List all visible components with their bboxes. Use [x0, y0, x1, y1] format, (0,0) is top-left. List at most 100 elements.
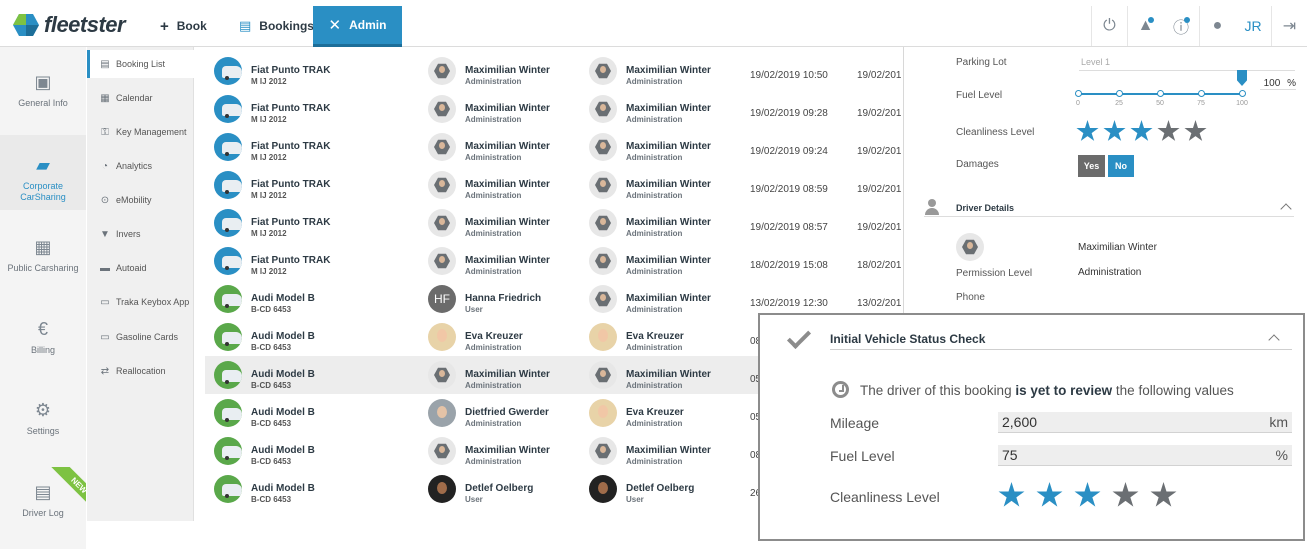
submenu-booking-list[interactable]: ▤ Booking List	[87, 50, 194, 78]
mileage-field: 2,600 km	[998, 412, 1292, 433]
table-row[interactable]: Fiat Punto TRAK M IJ 2012 Maximilian Win…	[210, 52, 910, 90]
main-sidebar: ▣ General Info ▰ Corporate CarSharing ▦ …	[0, 47, 86, 549]
sidebar-item-corporate-carsharing[interactable]: ▰ Corporate CarSharing	[0, 135, 86, 210]
slider-tick-label: 75	[1197, 100, 1205, 107]
person-name: Maximilian Winter	[626, 217, 711, 228]
submenu-traka-keybox[interactable]: ▭ Traka Keybox App	[87, 288, 194, 316]
person-role: Administration	[465, 115, 522, 124]
person-role: User	[465, 305, 483, 314]
submenu-autoaid[interactable]: ▬ Autoaid	[87, 254, 194, 282]
gear-icon: ⚙	[34, 400, 52, 420]
cleanliness-label: Cleanliness Level	[830, 489, 940, 505]
nav-bookings[interactable]: ▤ Bookings	[239, 6, 314, 46]
submenu-label: Reallocation	[116, 366, 166, 376]
person-name: Eva Kreuzer	[626, 407, 684, 418]
logout-icon: ⇥	[1282, 18, 1297, 35]
key-icon: ⚿	[101, 126, 109, 138]
star-icon[interactable]	[1076, 120, 1099, 141]
fuel-level-input[interactable]: 100 %	[1260, 78, 1296, 90]
person-name: Maximilian Winter	[465, 65, 550, 76]
car-image	[222, 408, 242, 422]
submenu-emobility[interactable]: ⊙ eMobility	[87, 186, 194, 214]
bus-icon: ▦	[34, 237, 52, 257]
person-role: Administration	[465, 381, 522, 390]
sidebar-item-label: Settings	[26, 426, 60, 436]
avatar-image	[434, 139, 450, 155]
vehicle-avatar	[214, 171, 242, 199]
submenu-analytics[interactable]: ◔ Analytics	[87, 152, 194, 180]
slider-handle[interactable]	[1237, 70, 1247, 86]
person-name: Eva Kreuzer	[626, 331, 684, 342]
language-button[interactable]: ●	[1199, 6, 1235, 46]
submenu-invers[interactable]: ▼ Invers	[87, 220, 194, 248]
clipboard-icon: ▣	[34, 72, 52, 92]
car-image	[222, 484, 242, 498]
chevron-up-icon[interactable]	[1268, 334, 1280, 346]
table-row[interactable]: Fiat Punto TRAK M IJ 2012 Maximilian Win…	[210, 204, 910, 242]
driver-avatar	[956, 233, 984, 261]
vehicle-avatar	[214, 247, 242, 275]
mileage-value: 2,600	[1002, 414, 1038, 430]
initial-status-check-panel: Initial Vehicle Status Check The driver …	[758, 313, 1305, 541]
person-name: Maximilian Winter	[626, 445, 711, 456]
star-icon[interactable]	[1103, 120, 1126, 141]
table-row[interactable]: Fiat Punto TRAK M IJ 2012 Maximilian Win…	[210, 242, 910, 280]
avatar-image	[595, 63, 611, 79]
vehicle-avatar	[214, 209, 242, 237]
person-role: Administration	[626, 77, 683, 86]
submenu-gasoline-cards[interactable]: ▭ Gasoline Cards	[87, 323, 194, 351]
info-button[interactable]: ⓘ	[1163, 6, 1199, 46]
fuel-level-slider[interactable]: 0 25 50 75 100	[1075, 70, 1248, 110]
review-message: The driver of this booking is yet to rev…	[860, 383, 1234, 398]
submenu-key-management[interactable]: ⚿ Key Management	[87, 118, 194, 146]
person-name: Maximilian Winter	[626, 141, 711, 152]
sidebar-item-billing[interactable]: € Billing	[0, 319, 86, 355]
mileage-unit: km	[1269, 414, 1288, 430]
slider-tick	[1075, 90, 1082, 97]
sidebar-item-public-carsharing[interactable]: ▦ Public Carsharing	[0, 237, 86, 273]
divider	[830, 349, 1292, 350]
nav-admin[interactable]: ✕ Admin	[313, 6, 402, 47]
table-row[interactable]: Fiat Punto TRAK M IJ 2012 Maximilian Win…	[210, 128, 910, 166]
review-text-post: the following values	[1115, 383, 1234, 398]
user-menu[interactable]: JR	[1235, 6, 1271, 46]
alerts-button[interactable]: ▲	[1127, 6, 1163, 46]
check-title: Initial Vehicle Status Check	[830, 332, 986, 346]
car-share-icon: ▰	[36, 155, 50, 175]
submenu-reallocation[interactable]: ⇄ Reallocation	[87, 357, 194, 385]
avatar	[589, 437, 617, 465]
avatar-image	[595, 367, 611, 383]
table-row[interactable]: Fiat Punto TRAK M IJ 2012 Maximilian Win…	[210, 90, 910, 128]
logout-button[interactable]: ⇥	[1271, 6, 1307, 46]
sidebar-item-settings[interactable]: ⚙ Settings	[0, 400, 86, 436]
app-logo[interactable]: fleetster	[12, 12, 126, 38]
damages-yes-button[interactable]: Yes	[1078, 155, 1105, 177]
avatar-image	[434, 443, 450, 459]
power-button[interactable]: ⏻	[1091, 6, 1127, 46]
star-icon[interactable]	[1157, 120, 1180, 141]
tools-icon: ✕	[328, 17, 342, 34]
vehicle-avatar	[214, 475, 242, 503]
nav-book[interactable]: + Book	[160, 6, 207, 46]
sidebar-item-general-info[interactable]: ▣ General Info	[0, 72, 86, 108]
star-icon[interactable]	[1130, 120, 1153, 141]
damages-no-button[interactable]: No	[1108, 155, 1134, 177]
submenu-calendar[interactable]: ▦ Calendar	[87, 84, 194, 112]
star-icon	[998, 482, 1025, 507]
vehicle-avatar	[214, 95, 242, 123]
person-name: Dietfried Gwerder	[465, 407, 549, 418]
cleanliness-rating[interactable]	[1076, 120, 1207, 143]
star-icon[interactable]	[1184, 120, 1207, 141]
table-row[interactable]: Fiat Punto TRAK M IJ 2012 Maximilian Win…	[210, 166, 910, 204]
euro-icon: €	[37, 319, 48, 339]
parking-lot-input[interactable]: Level 1	[1079, 57, 1295, 71]
permission-level-label: Permission Level	[956, 268, 1033, 279]
avatar-image	[595, 443, 611, 459]
avatar-image	[434, 63, 450, 79]
sidebar-item-label: Corporate CarSharing	[20, 181, 66, 202]
person-name: Maximilian Winter	[626, 255, 711, 266]
car-image	[222, 218, 242, 232]
star-icon	[1112, 482, 1139, 507]
slider-tick-label: 25	[1115, 100, 1123, 107]
driver-details-header[interactable]: Driver Details	[924, 197, 1294, 217]
